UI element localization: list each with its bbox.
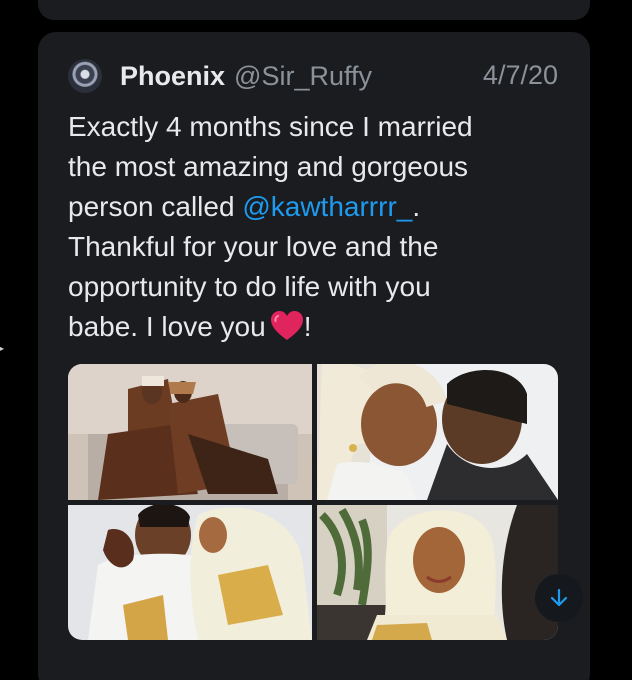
screen: ▸ Phoenix @Sir_Ruffy 4/7/20 Exactly 4 mo… (0, 0, 632, 680)
photo-bride-portrait[interactable] (317, 505, 558, 640)
tweet-line-6-suffix: ! (303, 311, 312, 342)
heart-icon (270, 311, 303, 340)
tweet-line-5: opportunity to do life with you (68, 271, 431, 302)
scroll-down-button[interactable] (535, 574, 583, 622)
avatar[interactable] (68, 59, 102, 93)
tweet-line-2: the most amazing and gorgeous (68, 151, 469, 182)
arrow-down-icon (550, 588, 568, 607)
tweet-line-3-suffix: . (412, 191, 421, 222)
tweet-line-4: Thankful for your love and the (68, 231, 439, 262)
tweet-text: Exactly 4 months since I married the mos… (68, 107, 568, 347)
media-grid (68, 364, 558, 640)
previous-tweet-card (38, 0, 590, 20)
author-handle[interactable]: @Sir_Ruffy (234, 61, 372, 92)
mention-link[interactable]: @kawtharrrr_ (242, 191, 412, 222)
photo-couple-seated[interactable] (68, 364, 312, 500)
tweet-line-6: babe. I love you! (68, 307, 568, 347)
tweet-line-6-prefix: babe. I love you (68, 311, 266, 342)
scroll-marker-icon: ▸ (0, 344, 5, 353)
tweet-date[interactable]: 4/7/20 (483, 60, 558, 91)
tweet-line-1: Exactly 4 months since I married (68, 111, 473, 142)
author-name[interactable]: Phoenix (120, 61, 225, 92)
photo-kiss-closeup[interactable] (317, 364, 558, 500)
photo-smiling-couple[interactable] (68, 505, 312, 640)
tweet-card[interactable]: Phoenix @Sir_Ruffy 4/7/20 Exactly 4 mont… (38, 32, 590, 680)
tweet-line-3-prefix: person called (68, 191, 243, 222)
tweet-line-3: person called @kawtharrrr_. (68, 187, 568, 227)
